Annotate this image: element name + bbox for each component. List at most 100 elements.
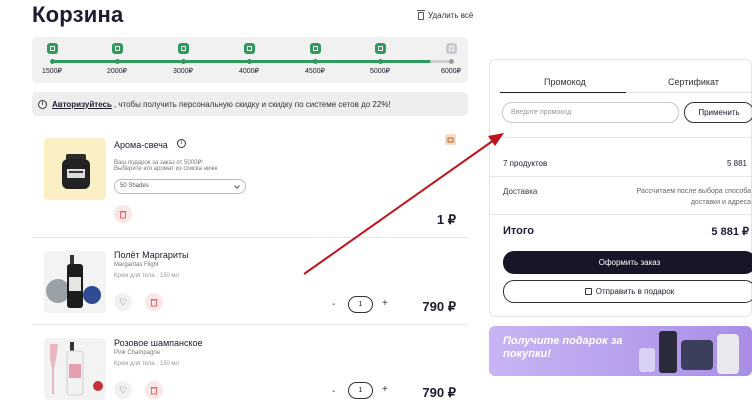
delete-all-button[interactable]: Удалить всё	[417, 9, 474, 20]
milestone[interactable]: 4000₽	[229, 43, 269, 75]
item-name: Арома-свеча	[114, 140, 168, 150]
item-subname: Pink Champagne	[114, 350, 161, 356]
item-name: Розовое шампанское	[114, 338, 203, 348]
milestone-amount: 4500₽	[304, 68, 326, 75]
milestone[interactable]: 5000₽	[360, 43, 400, 75]
qty-field[interactable]: 1	[348, 296, 373, 313]
delivery-label: Доставка	[503, 187, 538, 196]
product-image	[44, 251, 106, 313]
gift-milestone-icon	[177, 43, 189, 54]
promo-code-input[interactable]: Введите промокод	[502, 102, 679, 123]
qty-decrease-button[interactable]: -	[332, 299, 335, 310]
product-image	[44, 338, 106, 400]
remove-item-button[interactable]	[145, 381, 163, 399]
cart-item: Полёт Маргариты Margaritas Flight Крем д…	[32, 239, 468, 325]
milestone[interactable]: 3000₽	[163, 43, 203, 75]
aroma-select-value: 50 Shades	[120, 183, 149, 189]
qty-increase-button[interactable]: +	[382, 384, 388, 395]
milestone-amount: 4000₽	[238, 68, 260, 75]
promo-tabs: Промокод Сертификат	[500, 70, 752, 93]
gift-milestone-icon	[374, 43, 386, 54]
milestone-amount: 5000₽	[369, 68, 391, 75]
milestone-dot	[448, 59, 454, 64]
remove-item-button[interactable]	[114, 205, 132, 223]
milestone-dot	[114, 59, 120, 64]
delivery-note-line-2: доставки и адреса	[690, 199, 751, 206]
auth-banner-text: , чтобы получить персональную скидку и с…	[113, 99, 391, 109]
trash-icon	[150, 298, 158, 306]
total-value: 5 881 ₽	[711, 226, 749, 238]
item-meta: Крем для тела · 150 мл	[114, 361, 180, 367]
milestone-dot	[246, 59, 252, 64]
chevron-down-icon	[234, 183, 240, 189]
milestone-dot	[312, 59, 318, 64]
truck-milestone-icon	[309, 43, 321, 54]
aroma-select[interactable]: 50 Shades	[114, 179, 246, 194]
info-icon[interactable]: i	[177, 139, 186, 148]
delivery-note: Рассчитаем после выбора способа доставки…	[621, 186, 751, 208]
auth-link[interactable]: Авторизуйтесь	[52, 100, 112, 109]
item-subname: Margaritas Flight	[114, 262, 159, 268]
favorite-button[interactable]: ♡	[114, 381, 132, 399]
cart-item: Розовое шампанское Pink Champagne Крем д…	[32, 326, 468, 414]
bonus-progress-card: 1500₽ 2000₽ 3000₽ 4000₽ 4500₽ 5000₽ 6000…	[32, 37, 468, 83]
heart-icon: ♡	[118, 296, 128, 307]
products-total-value: 5 881	[726, 159, 747, 168]
trash-icon	[119, 210, 127, 218]
divider	[490, 137, 752, 138]
milestone-amount: 6000₽	[440, 68, 462, 75]
gift-milestone-icon	[46, 43, 58, 54]
remove-item-button[interactable]	[145, 293, 163, 311]
delete-all-label: Удалить всё	[428, 11, 474, 20]
milestone-amount: 1500₽	[41, 68, 63, 75]
item-meta: Крем для тела · 150 мл	[114, 273, 180, 279]
checkout-button[interactable]: Оформить заказ	[503, 251, 752, 274]
qty-decrease-button[interactable]: -	[332, 386, 335, 397]
product-image	[44, 138, 106, 200]
milestone[interactable]: 2000₽	[97, 43, 137, 75]
cart-item: Арома-свеча i Ваш подарок за заказ от 50…	[32, 126, 468, 238]
gift-milestone-icon	[243, 43, 255, 54]
page-title: Корзина	[32, 2, 124, 27]
heart-icon: ♡	[118, 384, 128, 395]
trash-icon	[417, 9, 425, 20]
locked-milestone-icon	[445, 43, 457, 54]
milestone-dot	[377, 59, 383, 64]
milestone-amount: 3000₽	[172, 68, 194, 75]
delivery-note-line-1: Рассчитаем после выбора способа	[636, 188, 751, 195]
item-name: Полёт Маргариты	[114, 250, 189, 260]
tab-certificate[interactable]: Сертификат	[668, 77, 719, 87]
total-label: Итого	[503, 225, 535, 237]
gift-icon	[584, 288, 592, 295]
gift-milestone-icon	[111, 43, 123, 54]
info-icon: i	[38, 99, 47, 109]
apply-promo-button[interactable]: Применить	[684, 102, 752, 123]
promo-banner-text: Получите подарок за покупки!	[503, 335, 623, 360]
divider	[490, 214, 752, 215]
milestone-dot	[180, 59, 186, 64]
item-price: 1 ₽	[436, 212, 456, 227]
item-price: 790 ₽	[422, 299, 456, 314]
send-as-gift-button[interactable]: Отправить в подарок	[503, 280, 752, 303]
active-tab-indicator	[500, 92, 626, 93]
item-price: 790 ₽	[422, 385, 456, 400]
milestone[interactable]: 1500₽	[32, 43, 72, 75]
gift-note-line-1: Ваш подарок за заказ от 5000₽!	[114, 160, 203, 166]
trash-icon	[150, 386, 158, 394]
send-as-gift-label: Отправить в подарок	[595, 287, 675, 296]
tab-promocode[interactable]: Промокод	[544, 77, 586, 87]
products-count-label: 7 продуктов	[503, 159, 548, 168]
milestone[interactable]: 4500₽	[295, 43, 335, 75]
gift-note-line-2: Выберите его аромат из списка ниже	[114, 166, 218, 172]
qty-field[interactable]: 1	[348, 382, 373, 399]
favorite-button[interactable]: ♡	[114, 293, 132, 311]
milestone-dot	[49, 59, 55, 64]
gift-icon	[445, 134, 456, 145]
divider	[490, 176, 752, 177]
promo-banner[interactable]: Получите подарок за покупки!	[489, 326, 752, 376]
qty-increase-button[interactable]: +	[382, 298, 388, 309]
auth-banner: i Авторизуйтесь , чтобы получить персона…	[32, 92, 468, 116]
milestone[interactable]: 6000₽	[431, 43, 471, 75]
order-summary-card: Промокод Сертификат Введите промокод При…	[489, 59, 752, 317]
milestone-amount: 2000₽	[106, 68, 128, 75]
